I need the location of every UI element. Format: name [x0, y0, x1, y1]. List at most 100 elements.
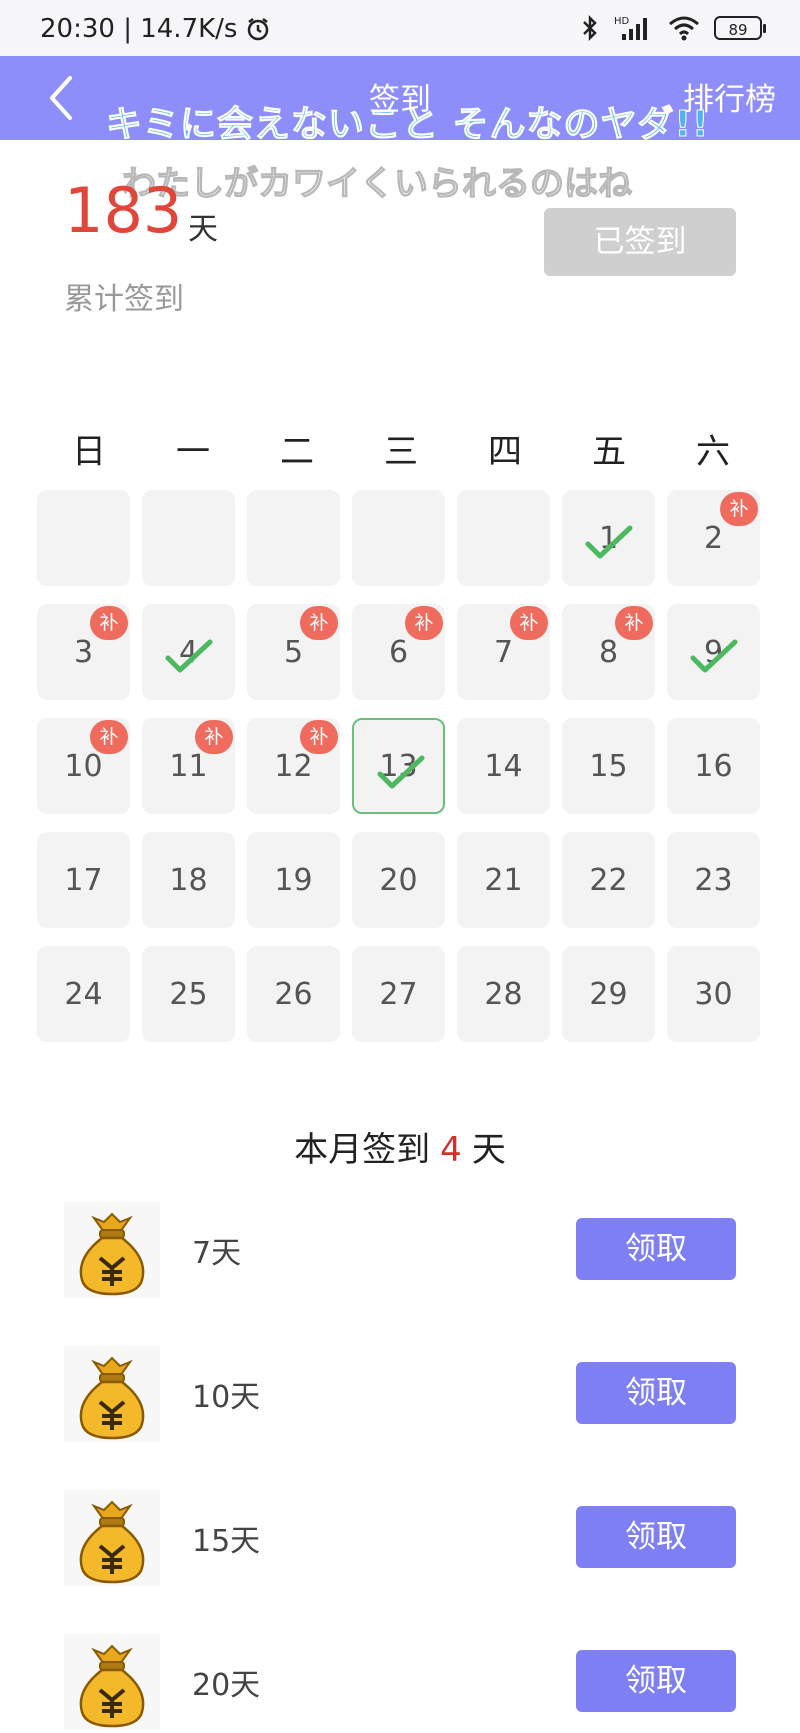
- calendar-day[interactable]: 22: [562, 832, 655, 928]
- wifi-icon: [669, 16, 699, 41]
- claim-reward-button[interactable]: 领取: [576, 1362, 736, 1424]
- makeup-badge: 补: [90, 606, 128, 640]
- makeup-badge: 补: [510, 606, 548, 640]
- calendar-day[interactable]: 15: [562, 718, 655, 814]
- money-bag-icon: [64, 1202, 160, 1298]
- reward-row: 15天 领取: [64, 1490, 736, 1586]
- calendar-empty-cell: [142, 490, 235, 586]
- claim-reward-button[interactable]: 领取: [576, 1650, 736, 1712]
- calendar-day-number: 5: [283, 634, 304, 670]
- month-checkin-summary: 本月签到 4 天: [0, 1122, 800, 1171]
- total-checkin-label: 累计签到: [64, 282, 184, 317]
- checkmark-icon: [690, 639, 738, 673]
- calendar-day[interactable]: 23: [667, 832, 760, 928]
- calendar-day[interactable]: 10 补: [37, 718, 130, 814]
- calendar-day-number: 3: [73, 634, 94, 670]
- calendar-day[interactable]: 28: [457, 946, 550, 1042]
- total-checkin-unit: 天: [188, 212, 218, 247]
- calendar-day-number: 11: [169, 748, 208, 784]
- calendar-day-number: 22: [589, 862, 628, 898]
- calendar-day[interactable]: 14: [457, 718, 550, 814]
- weekday-label: 一: [176, 432, 210, 472]
- calendar-day[interactable]: 24: [37, 946, 130, 1042]
- calendar-day[interactable]: 5补: [247, 604, 340, 700]
- calendar-day-today[interactable]: 13: [352, 718, 445, 814]
- calendar-day[interactable]: 19: [247, 832, 340, 928]
- calendar-day-number: 29: [589, 976, 628, 1012]
- makeup-badge: 补: [720, 492, 758, 526]
- makeup-badge: 补: [90, 720, 128, 754]
- calendar-day[interactable]: 30: [667, 946, 760, 1042]
- reward-row: 20天 领取: [64, 1634, 736, 1730]
- calendar-day-number: 23: [694, 862, 733, 898]
- calendar-day-number: 21: [484, 862, 523, 898]
- calendar-day[interactable]: 11 补: [142, 718, 235, 814]
- calendar-day[interactable]: 17: [37, 832, 130, 928]
- calendar-day-number: 24: [64, 976, 103, 1012]
- calendar-day-number: 14: [484, 748, 523, 784]
- money-bag-icon: [64, 1346, 160, 1442]
- checkmark-icon: [377, 755, 425, 789]
- status-left: 20:30 | 14.7K/s: [40, 14, 271, 44]
- calendar-day[interactable]: 18: [142, 832, 235, 928]
- alarm-icon: [248, 18, 269, 41]
- signed-in-button[interactable]: 已签到: [544, 208, 736, 276]
- calendar-day[interactable]: 7补: [457, 604, 550, 700]
- calendar-day[interactable]: 29: [562, 946, 655, 1042]
- calendar-day-number: 10: [64, 748, 103, 784]
- calendar-day[interactable]: 8补: [562, 604, 655, 700]
- calendar-day[interactable]: 4: [142, 604, 235, 700]
- weekday-label: 三: [384, 432, 418, 472]
- calendar-empty-cell: [352, 490, 445, 586]
- weekday-label: 四: [488, 432, 522, 472]
- calendar-day-number: 12: [274, 748, 313, 784]
- status-time-speed: 20:30 | 14.7K/s: [40, 14, 238, 44]
- claim-reward-button[interactable]: 领取: [576, 1218, 736, 1280]
- reward-days-label: 10天: [192, 1380, 261, 1415]
- calendar-day[interactable]: 26: [247, 946, 340, 1042]
- calendar-day[interactable]: 1: [562, 490, 655, 586]
- makeup-badge: 补: [300, 606, 338, 640]
- calendar-day-number: 2: [703, 520, 724, 556]
- calendar-day-number: 15: [589, 748, 628, 784]
- calendar-day[interactable]: 9: [667, 604, 760, 700]
- reward-row: 10天 领取: [64, 1346, 736, 1442]
- calendar-day[interactable]: 21: [457, 832, 550, 928]
- calendar-day[interactable]: 25: [142, 946, 235, 1042]
- bluetooth-icon: [583, 14, 597, 42]
- makeup-badge: 补: [195, 720, 233, 754]
- calendar-day-number: 26: [274, 976, 313, 1012]
- calendar-empty-cell: [37, 490, 130, 586]
- checkmark-icon: [585, 525, 633, 559]
- calendar-day-number: 8: [598, 634, 619, 670]
- month-checkin-count: 4: [440, 1130, 462, 1170]
- calendar-day[interactable]: 3补: [37, 604, 130, 700]
- calendar-day[interactable]: 20: [352, 832, 445, 928]
- calendar-day-number: 28: [484, 976, 523, 1012]
- svg-text:HD: HD: [614, 16, 630, 27]
- calendar-day[interactable]: 12 补: [247, 718, 340, 814]
- reward-days-label: 15天: [192, 1524, 261, 1559]
- money-bag-icon: [64, 1490, 160, 1586]
- claim-reward-button[interactable]: 领取: [576, 1506, 736, 1568]
- calendar-day[interactable]: 2补: [667, 490, 760, 586]
- money-bag-icon: [64, 1634, 160, 1730]
- calendar-day-number: 16: [694, 748, 733, 784]
- calendar-empty-cell: [247, 490, 340, 586]
- reward-days-label: 7天: [192, 1236, 242, 1271]
- battery-indicator: 89: [714, 16, 766, 40]
- calendar-day-number: 20: [379, 862, 418, 898]
- calendar-day-number: 19: [274, 862, 313, 898]
- weekday-label: 二: [280, 432, 314, 472]
- calendar-day[interactable]: 27: [352, 946, 445, 1042]
- overlay-lyric-line2: わたしがカワイくいられるのはね: [121, 163, 632, 204]
- calendar-day-number: 18: [169, 862, 208, 898]
- calendar-day-number: 30: [694, 976, 733, 1012]
- weekday-header: 日 一 二 三 四 五 六: [37, 424, 765, 473]
- status-right: HD 89: [580, 14, 766, 42]
- calendar-day[interactable]: 16: [667, 718, 760, 814]
- status-bar: 20:30 | 14.7K/s HD 89: [0, 0, 800, 56]
- calendar-day[interactable]: 6补: [352, 604, 445, 700]
- reward-days-label: 20天: [192, 1668, 261, 1703]
- month-summary-prefix: 本月签到: [294, 1130, 431, 1170]
